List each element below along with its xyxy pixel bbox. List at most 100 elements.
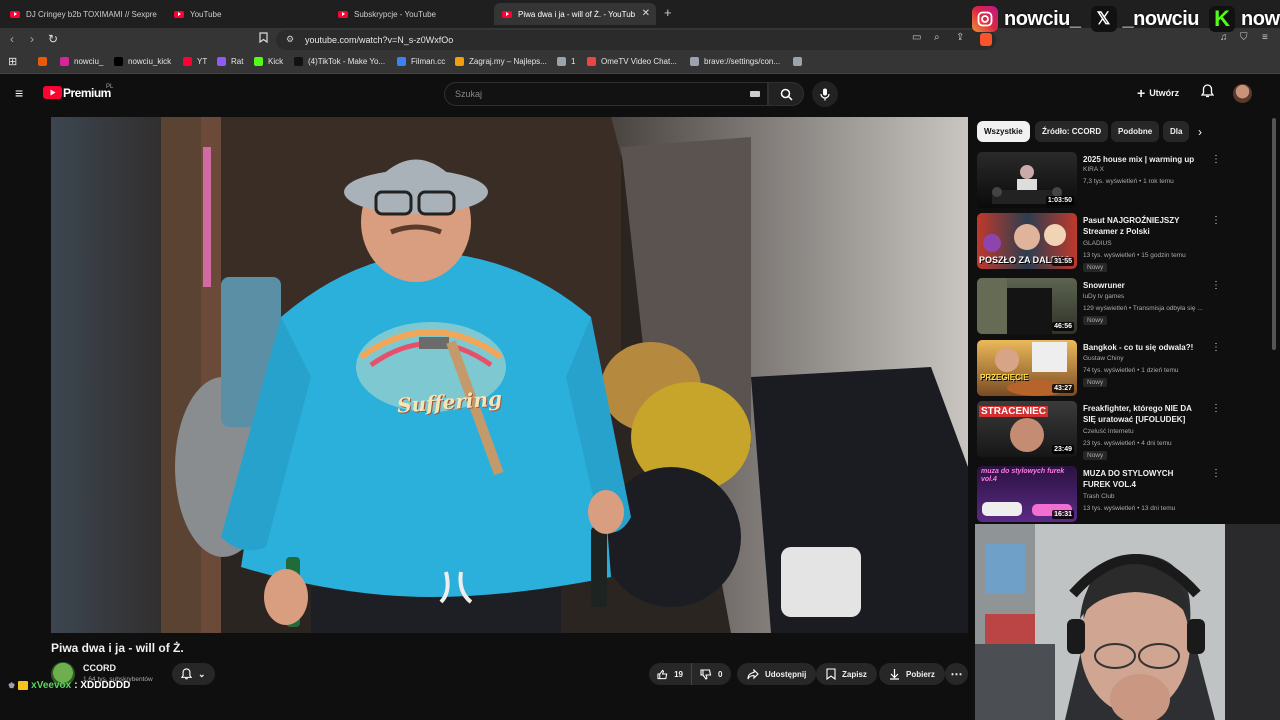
video-thumbnail[interactable]: 46:56 [977,278,1077,334]
dislike-button[interactable]: 0 [691,663,731,685]
save-button[interactable]: Zapisz [816,663,877,685]
chat-mod-icon: ♚ [8,681,16,690]
forward-icon[interactable]: › [30,32,34,46]
site-settings-icon[interactable]: ⚙ [286,34,294,45]
close-tab-icon[interactable]: ✕ [642,8,650,19]
bookmark-item[interactable]: nowciu_ [60,57,103,66]
cast-icon[interactable]: ▭ [912,32,921,43]
download-icon [890,669,899,680]
bookmark-item[interactable]: Filman.cc [397,57,445,66]
recommendation-item[interactable]: muza do stylowych furek vol.4 16:31 MUZA… [977,466,1221,524]
browser-tab-active[interactable]: Piwa dwa i ja - will of Ż. - YouTub ✕ [494,3,656,25]
more-options-icon[interactable]: ⋮ [1211,215,1221,226]
bookmark-item[interactable] [38,57,52,66]
stream-social-overlay: nowciu_ 𝕏 _nowciu K nowciu [972,4,1280,34]
streamer-webcam [975,524,1280,720]
more-actions-button[interactable]: ⋯ [945,663,968,685]
recommendation-item[interactable]: STRACENIEC 23:49 Freakfighter, którego N… [977,401,1221,460]
browser-tab[interactable]: DJ Cringey b2b TOXIMAMI // Sexpre [2,3,162,25]
chip-related[interactable]: Podobne [1111,121,1160,142]
bookmark-item[interactable]: (4)TikTok - Make Yo... [294,57,385,66]
download-label: Pobierz [906,669,935,679]
video-title[interactable]: Freakfighter, którego NIE DA SIĘ uratowa… [1083,403,1203,425]
search-button[interactable] [768,82,804,106]
share-button[interactable]: Udostępnij [737,663,817,685]
browser-tab[interactable]: YouTube [166,3,326,25]
bookmark-item[interactable]: Zagraj.my – Najleps... [455,57,547,66]
recommendation-item[interactable]: 1:03:50 2025 house mix | warming up KIRA… [977,152,1221,210]
recommendation-item[interactable]: POSZŁO ZA DALEKO 31:55 Pasut NAJGROŹNIEJ… [977,213,1221,272]
share-page-icon[interactable]: ⇪ [956,32,964,43]
video-title[interactable]: Pasut NAJGROŹNIEJSZY Streamer z Polski [1083,215,1203,237]
bookmark-item[interactable]: Kick [254,57,283,66]
video-thumbnail[interactable]: STRACENIEC 23:49 [977,401,1077,457]
video-thumbnail[interactable]: 1:03:50 [977,152,1077,208]
bookmark-item[interactable]: 1 [557,57,575,66]
more-options-icon[interactable]: ⋮ [1211,468,1221,479]
dislike-count: 0 [718,669,723,679]
recommendation-item[interactable]: 46:56 Snowruner luDy tv games 129 wyświe… [977,278,1221,336]
channel-name[interactable]: Czeluść Internetu [1083,428,1134,435]
rat-icon [217,57,226,66]
reload-icon[interactable]: ↻ [48,32,58,46]
video-thumbnail[interactable]: PRZEGIĘCIE 43:27 [977,340,1077,396]
video-title[interactable]: Bangkok - co tu się odwala?! [1083,342,1203,353]
video-player[interactable]: Suffering [51,117,968,633]
notifications-bell-icon[interactable] [1200,84,1215,103]
video-thumbnail[interactable]: POSZŁO ZA DALEKO 31:55 [977,213,1077,269]
youtube-logo-icon[interactable] [43,86,62,99]
kick-handle: nowciu [1241,7,1280,30]
chevron-down-icon: ⌄ [198,668,206,679]
channel-name[interactable]: CCORD [83,663,116,673]
voice-search-button[interactable] [812,81,838,107]
bookmark-page-icon[interactable] [259,32,268,46]
instagram-icon [60,57,69,66]
channel-name[interactable]: Gustaw Chiny [1083,355,1123,362]
recommendation-item[interactable]: PRZEGIĘCIE 43:27 Bangkok - co tu się odw… [977,340,1221,398]
bookmark-item[interactable]: YT [183,57,207,66]
more-options-icon[interactable]: ⋮ [1211,403,1221,414]
new-tab-button[interactable]: + [664,5,672,20]
apps-grid-icon[interactable]: ⊞ [8,55,17,68]
bookmark-item[interactable]: nowciu_kick [114,57,171,66]
region-code: PL [106,84,114,90]
more-options-icon[interactable]: ⋮ [1211,280,1221,291]
video-title[interactable]: Snowruner [1083,280,1203,291]
channel-name[interactable]: KIRA X [1083,166,1104,173]
bookmark-item[interactable]: brave://settings/con... [690,57,780,66]
download-button[interactable]: Pobierz [879,663,945,685]
like-button[interactable]: 19 [649,663,691,685]
browser-tab[interactable]: Subskrypcje - YouTube [330,3,490,25]
more-options-icon[interactable]: ⋮ [1211,342,1221,353]
subscription-bell-button[interactable]: ⌄ [172,663,215,685]
chips-next-icon[interactable]: › [1198,125,1202,139]
hamburger-menu-icon[interactable]: ≡ [15,85,23,101]
bookmark-item[interactable]: Rat [217,57,243,66]
globe-icon [793,57,802,66]
video-thumbnail[interactable]: muza do stylowych furek vol.4 16:31 [977,466,1077,522]
youtube-premium-logo[interactable]: Premium [63,86,111,100]
video-title[interactable]: 2025 house mix | warming up [1083,154,1203,165]
video-frame [51,117,968,633]
channel-name[interactable]: GLADIUS [1083,240,1112,247]
chip-all[interactable]: Wszystkie [977,121,1030,142]
zoom-icon[interactable]: ⌕ [934,32,940,43]
video-duration: 46:56 [1052,322,1074,331]
url-text[interactable]: youtube.com/watch?v=N_s-z0WxfOo [305,35,453,45]
create-button[interactable]: + Utwórz [1137,85,1179,101]
bookmark-item[interactable]: OmeTV Video Chat... [587,57,677,66]
keyboard-icon[interactable] [750,91,760,97]
avatar[interactable] [1233,84,1252,103]
more-options-icon[interactable]: ⋮ [1211,154,1221,165]
thumbnail-text: muza do stylowych furek vol.4 [981,468,1065,483]
channel-name[interactable]: Trash Club [1083,493,1115,500]
back-icon[interactable]: ‹ [10,32,14,46]
scrollbar-thumb[interactable] [1272,118,1276,350]
chip-for-you[interactable]: Dla [1163,121,1189,142]
channel-name[interactable]: luDy tv games [1083,293,1124,300]
search-input[interactable]: Szukaj [444,82,768,106]
video-title[interactable]: MUZA DO STYLOWYCH FUREK VOL.4 [1083,468,1203,490]
brave-shields-icon[interactable] [980,33,992,46]
chip-source[interactable]: Źródło: CCORD [1035,121,1109,142]
bookmark-item[interactable] [793,57,807,66]
